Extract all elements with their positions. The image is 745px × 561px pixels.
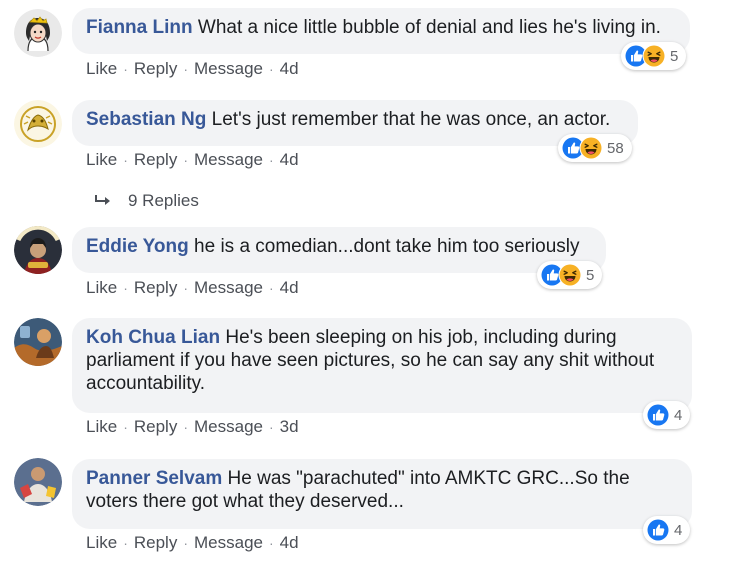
comment-actions: Like · Reply · Message · 4d (86, 150, 299, 170)
view-replies-link[interactable]: 9 Replies (94, 191, 199, 211)
comment-actions: Like · Reply · Message · 3d (86, 417, 299, 437)
message-link[interactable]: Message (194, 417, 263, 436)
reaction-summary[interactable]: 4 (643, 401, 691, 429)
reaction-count: 5 (670, 47, 679, 65)
reaction-summary[interactable]: 5 (621, 42, 687, 70)
reaction-count: 5 (586, 266, 595, 284)
separator: · (183, 535, 188, 551)
reply-link[interactable]: Reply (134, 59, 177, 78)
timestamp[interactable]: 4d (280, 59, 299, 78)
reaction-count: 58 (607, 139, 624, 157)
separator: · (268, 152, 274, 168)
avatar[interactable] (14, 458, 62, 506)
like-reaction-icon (646, 403, 670, 427)
like-reaction-icon (646, 518, 670, 542)
message-link[interactable]: Message (194, 533, 263, 552)
comment-bubble: Eddie Yong he is a comedian...dont take … (72, 227, 606, 273)
comment-text: What a nice little bubble of denial and … (197, 17, 661, 38)
message-link[interactable]: Message (194, 278, 263, 297)
comment-actions: Like · Reply · Message · 4d (86, 533, 299, 553)
comment-actions: Like · Reply · Message · 4d (86, 278, 299, 298)
separator: · (123, 152, 128, 168)
reaction-count: 4 (674, 521, 683, 539)
avatar[interactable] (14, 226, 62, 274)
photo-avatar-icon (14, 318, 62, 366)
drawn-avatar-icon (14, 9, 62, 57)
comment-text: Let's just remember that he was once, an… (211, 109, 611, 130)
avatar[interactable] (14, 318, 62, 366)
timestamp[interactable]: 4d (280, 150, 299, 169)
separator: · (123, 419, 128, 435)
comment-author[interactable]: Sebastian Ng (86, 109, 206, 130)
like-link[interactable]: Like (86, 150, 117, 169)
comment-actions: Like · Reply · Message · 4d (86, 59, 299, 79)
separator: · (268, 419, 274, 435)
separator: · (183, 152, 188, 168)
reply-link[interactable]: Reply (134, 150, 177, 169)
separator: · (123, 535, 128, 551)
haha-reaction-icon (642, 44, 666, 68)
reply-arrow-icon (95, 195, 110, 205)
avatar[interactable] (14, 9, 62, 57)
photo-avatar-icon (14, 458, 62, 506)
separator: · (268, 280, 274, 296)
reaction-summary[interactable]: 4 (643, 516, 691, 544)
comment-author[interactable]: Eddie Yong (86, 236, 189, 257)
like-link[interactable]: Like (86, 59, 117, 78)
comment-author[interactable]: Fianna Linn (86, 17, 193, 38)
timestamp[interactable]: 4d (280, 278, 299, 297)
reaction-count: 4 (674, 406, 683, 424)
haha-reaction-icon (558, 263, 582, 287)
separator: · (183, 419, 188, 435)
comment-author[interactable]: Panner Selvam (86, 468, 222, 489)
comment-bubble: Koh Chua Lian He's been sleeping on his … (72, 318, 692, 413)
reaction-summary[interactable]: 5 (537, 261, 603, 289)
reaction-summary[interactable]: 58 (558, 134, 632, 162)
comment-bubble: Panner Selvam He was "parachuted" into A… (72, 459, 692, 529)
avatar[interactable] (14, 100, 62, 148)
comment-bubble: Fianna Linn What a nice little bubble of… (72, 8, 690, 54)
message-link[interactable]: Message (194, 150, 263, 169)
timestamp[interactable]: 4d (280, 533, 299, 552)
reply-link[interactable]: Reply (134, 278, 177, 297)
separator: · (268, 535, 274, 551)
gold-emblem-avatar-icon (14, 100, 62, 148)
like-link[interactable]: Like (86, 278, 117, 297)
comment-bubble: Sebastian Ng Let's just remember that he… (72, 100, 638, 146)
like-link[interactable]: Like (86, 417, 117, 436)
reply-link[interactable]: Reply (134, 533, 177, 552)
separator: · (123, 280, 128, 296)
like-link[interactable]: Like (86, 533, 117, 552)
timestamp[interactable]: 3d (280, 417, 299, 436)
haha-reaction-icon (579, 136, 603, 160)
comment-author[interactable]: Koh Chua Lian (86, 327, 220, 348)
separator: · (183, 61, 188, 77)
replies-count[interactable]: 9 Replies (128, 191, 199, 211)
separator: · (268, 61, 274, 77)
separator: · (183, 280, 188, 296)
separator: · (123, 61, 128, 77)
new-year-photo-avatar-icon (14, 226, 62, 274)
comment-text: he is a comedian...dont take him too ser… (194, 236, 580, 257)
reply-link[interactable]: Reply (134, 417, 177, 436)
message-link[interactable]: Message (194, 59, 263, 78)
